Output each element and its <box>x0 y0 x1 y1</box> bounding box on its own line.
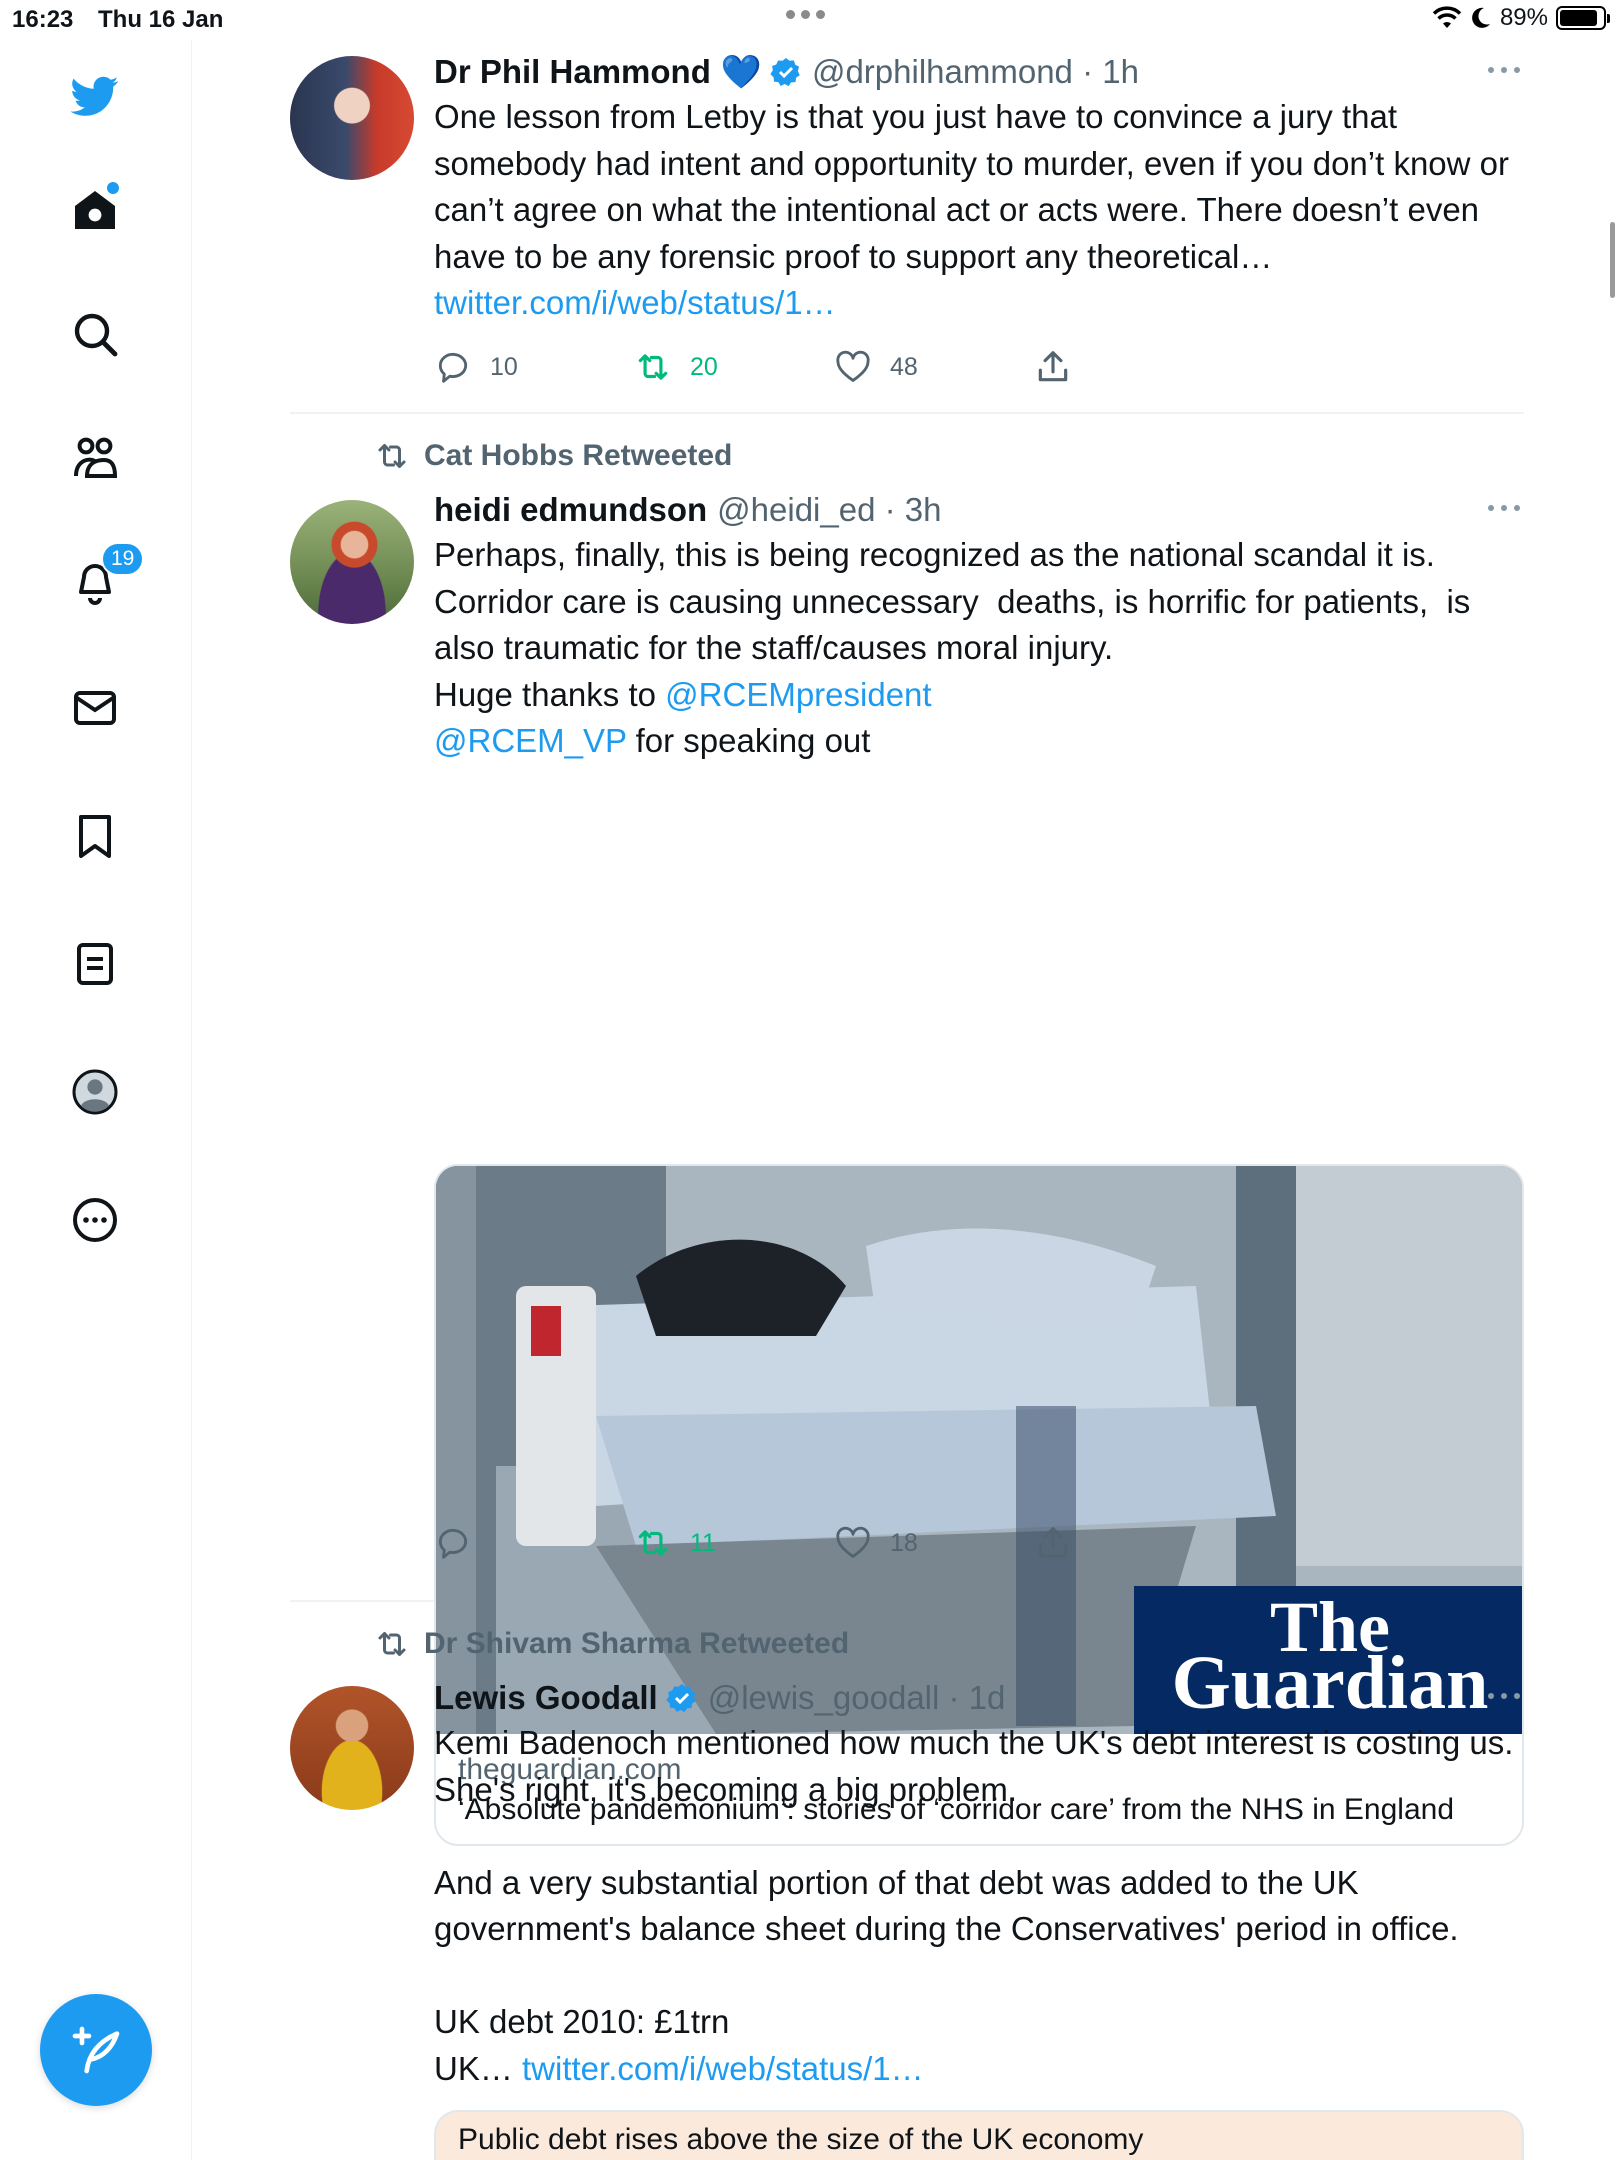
status-bar: 16:23 Thu 16 Jan 89% <box>0 0 1620 40</box>
bookmark-icon <box>79 815 111 858</box>
mention-link[interactable]: @RCEMpresident <box>665 676 931 713</box>
nav-notifications[interactable]: 19 <box>63 542 145 614</box>
mention-link[interactable]: @RCEM_VP <box>434 722 626 759</box>
retweet-context: Dr Shivam Sharma Retweeted <box>374 1626 849 1662</box>
like-button[interactable]: 48 <box>834 348 918 386</box>
share-button[interactable] <box>1034 1524 1072 1562</box>
like-button[interactable]: 18 <box>834 1524 918 1562</box>
new-tweets-dot <box>107 182 119 194</box>
envelope-icon <box>74 691 116 725</box>
retweeted-by[interactable]: Dr Shivam Sharma Retweeted <box>424 1627 849 1661</box>
wifi-icon <box>1432 6 1462 28</box>
tweet-link[interactable]: twitter.com/i/web/status/1… <box>522 2050 924 2087</box>
reply-button[interactable] <box>434 1524 472 1562</box>
more-options-icon[interactable] <box>1484 488 1524 528</box>
heart-icon <box>836 1526 870 1558</box>
timeline: Dr Phil Hammond 💙 @drphilhammond · 1h On… <box>290 40 1524 2160</box>
status-time: 16:23 <box>12 6 74 33</box>
twitter-logo-icon[interactable] <box>63 64 127 128</box>
more-options-icon[interactable] <box>1484 50 1524 90</box>
tweet-text: Kemi Badenoch mentioned how much the UK'… <box>434 1720 1524 2092</box>
like-count: 18 <box>890 1528 918 1557</box>
author-handle[interactable]: @lewis_goodall · 1d <box>708 1679 1006 1717</box>
tweet-body-end: for speaking out <box>626 722 871 759</box>
nav-profile[interactable] <box>63 1060 127 1124</box>
retweet-button[interactable]: 11 <box>634 1524 716 1562</box>
retweeted-by[interactable]: Cat Hobbs Retweeted <box>424 439 732 473</box>
tweet[interactable]: Cat Hobbs Retweeted heidi edmundson @hei… <box>290 414 1524 1846</box>
list-icon <box>77 943 113 985</box>
share-icon <box>1038 351 1068 382</box>
reply-icon <box>438 352 468 383</box>
verified-badge-icon <box>666 1684 696 1713</box>
author-name[interactable]: Lewis Goodall <box>434 1679 658 1717</box>
reply-icon <box>438 1528 468 1559</box>
retweet-count: 20 <box>690 352 718 381</box>
share-button[interactable] <box>1034 348 1072 386</box>
tweet-header: Dr Phil Hammond 💙 @drphilhammond · 1h <box>434 50 1524 94</box>
battery-icon <box>1556 6 1610 30</box>
author-name[interactable]: Dr Phil Hammond <box>434 53 711 91</box>
author-name[interactable]: heidi edmundson <box>434 491 707 529</box>
status-date: Thu 16 Jan <box>98 6 224 33</box>
reply-button[interactable]: 10 <box>434 348 518 386</box>
author-handle[interactable]: @drphilhammond · 1h <box>812 53 1139 91</box>
compose-tweet-button[interactable] <box>40 1994 152 2106</box>
tweet[interactable]: Dr Shivam Sharma Retweeted Lewis Goodall… <box>290 1602 1524 2160</box>
nav-more[interactable] <box>63 1188 127 1252</box>
blue-heart-emoji: 💙 <box>720 52 762 90</box>
author-handle[interactable]: @heidi_ed · 3h <box>717 491 941 529</box>
nav-messages[interactable] <box>63 676 127 740</box>
heart-icon <box>836 350 870 382</box>
avatar[interactable] <box>290 1686 414 1810</box>
more-circle-icon <box>73 1198 117 1242</box>
tweet-header: heidi edmundson @heidi_ed · 3h <box>434 488 1524 532</box>
retweet-count: 11 <box>690 1528 716 1557</box>
notifications-badge: 19 <box>101 542 145 576</box>
tweet-body: One lesson from Letby is that you just h… <box>434 98 1519 275</box>
tweet-body: Perhaps, finally, this is being recogniz… <box>434 536 1471 713</box>
nav-search[interactable] <box>63 302 127 366</box>
tweet-link[interactable]: twitter.com/i/web/status/1… <box>434 284 836 321</box>
more-options-icon[interactable] <box>1484 1676 1524 1716</box>
tweet[interactable]: Dr Phil Hammond 💙 @drphilhammond · 1h On… <box>290 40 1524 414</box>
tweet-header: Lewis Goodall @lewis_goodall · 1d <box>434 1676 1524 1720</box>
verified-badge-icon <box>770 58 800 87</box>
nav-bookmarks[interactable] <box>63 804 127 868</box>
card-title: Public debt rises above the size of the … <box>458 2123 1144 2156</box>
nav-communities[interactable] <box>63 426 127 490</box>
nav-home[interactable] <box>63 178 127 242</box>
tweet-text: Perhaps, finally, this is being recogniz… <box>434 532 1524 765</box>
battery-percent: 89% <box>1499 4 1548 31</box>
tweet-body: Kemi Badenoch mentioned how much the UK'… <box>434 1724 1514 2087</box>
search-icon <box>74 313 118 357</box>
nav-lists[interactable] <box>63 932 127 996</box>
retweet-icon <box>638 354 668 380</box>
like-count: 48 <box>890 352 918 381</box>
retweet-icon <box>638 1530 668 1556</box>
communities-icon <box>74 437 118 478</box>
chart-card[interactable]: Public debt rises above the size of the … <box>434 2110 1524 2160</box>
avatar[interactable] <box>290 500 414 624</box>
share-icon <box>1038 1527 1068 1558</box>
profile-avatar-icon <box>72 1069 118 1115</box>
sidebar: 19 <box>0 40 192 2160</box>
retweet-context: Cat Hobbs Retweeted <box>374 438 732 474</box>
reply-count: 10 <box>490 352 518 381</box>
feather-plus-icon <box>72 2026 120 2074</box>
multitasking-dots-icon[interactable] <box>786 10 825 19</box>
scrollbar[interactable] <box>1610 222 1615 298</box>
avatar[interactable] <box>290 56 414 180</box>
tweet-text: One lesson from Letby is that you just h… <box>434 94 1524 327</box>
moon-icon <box>1472 7 1490 28</box>
retweet-icon <box>378 1632 406 1656</box>
retweet-icon <box>378 444 406 468</box>
retweet-button[interactable]: 20 <box>634 348 718 386</box>
